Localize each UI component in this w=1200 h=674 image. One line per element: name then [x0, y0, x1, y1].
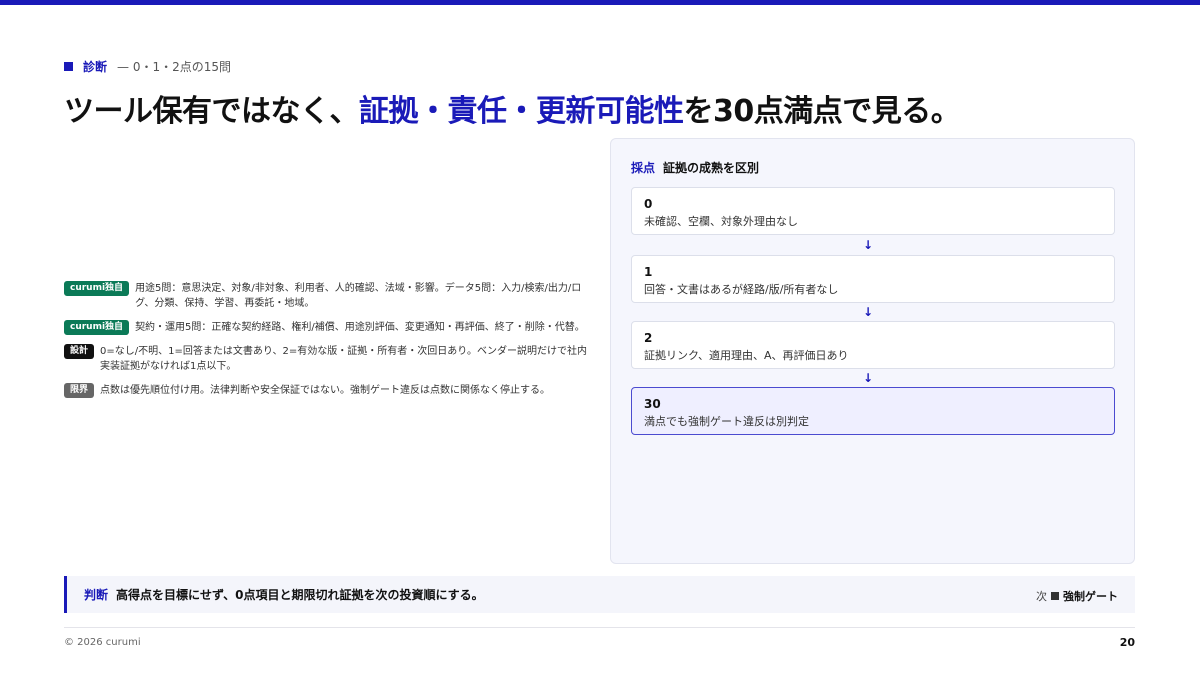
section-eyebrow: 診断 — 0・1・2点の15問 [64, 58, 231, 74]
score-value: 2 [644, 331, 653, 345]
down-arrow-icon: ↓ [863, 238, 874, 252]
copyright: © 2026 curumi [64, 637, 141, 648]
note-item: curumi独自 契約・運用5問：正確な契約経路、権利/補償、用途別評価、変更通… [64, 320, 588, 335]
title-highlight: 証拠・責任・更新可能性 [359, 94, 684, 129]
scoring-panel: 採点 証拠の成熟を区別 0 未確認、空欄、対象外理由なし ↓ 1 回答・文書はあ… [610, 138, 1135, 564]
note-item: 限界 点数は優先順位付け用。法律判断や安全保証ではない。強制ゲート違反は点数に関… [64, 383, 588, 398]
section-kicker: 診断 [83, 59, 108, 74]
verdict-bar: 判断 高得点を目標にせず、0点項目と期限切れ証拠を次の投資順にする。 次 強制ゲ… [64, 576, 1135, 613]
score-step: 0 未確認、空欄、対象外理由なし [631, 187, 1115, 235]
note-tag: 設計 [64, 344, 95, 359]
down-arrow-icon: ↓ [863, 305, 874, 319]
square-bullet-icon [1051, 592, 1059, 600]
next-section-link[interactable]: 次 強制ゲート [1036, 588, 1118, 604]
title-lead: ツール保有ではなく、 [64, 94, 360, 129]
footer-divider [64, 627, 1135, 628]
score-description: 証拠リンク、適用理由、A、再評価日あり [644, 349, 849, 362]
top-accent-rule [0, 0, 1200, 5]
panel-header: 採点 証拠の成熟を区別 [631, 159, 759, 176]
note-text: 0=なし/不明、1=回答または文書あり、2=有効な版・証拠・所有者・次回日あり。… [100, 346, 588, 372]
note-tag: curumi独自 [64, 320, 130, 335]
panel-title: 証拠の成熟を区別 [663, 161, 760, 175]
section-subtitle: — 0・1・2点の15問 [117, 59, 232, 74]
title-tail: を30点満点で見る。 [683, 94, 961, 129]
square-bullet-icon [64, 61, 73, 71]
score-value: 0 [644, 197, 653, 211]
next-prefix: 次 [1036, 590, 1047, 603]
note-text: 点数は優先順位付け用。法律判断や安全保証ではない。強制ゲート違反は点数に関係なく… [100, 385, 551, 396]
notes-list: curumi独自 用途5問：意思決定、対象/非対象、利用者、人的確認、法域・影響… [64, 281, 588, 407]
score-description: 回答・文書はあるが経路/版/所有者なし [644, 283, 839, 296]
note-item: 設計 0=なし/不明、1=回答または文書あり、2=有効な版・証拠・所有者・次回日… [64, 344, 588, 374]
verdict-text: 高得点を目標にせず、0点項目と期限切れ証拠を次の投資順にする。 [116, 588, 484, 602]
score-step: 1 回答・文書はあるが経路/版/所有者なし [631, 255, 1115, 303]
note-item: curumi独自 用途5問：意思決定、対象/非対象、利用者、人的確認、法域・影響… [64, 281, 588, 311]
score-step-max: 30 満点でも強制ゲート違反は別判定 [631, 387, 1115, 435]
score-value: 1 [644, 265, 653, 279]
page-title: ツール保有ではなく、証拠・責任・更新可能性を30点満点で見る。 [64, 86, 961, 130]
note-text: 契約・運用5問：正確な契約経路、権利/補償、用途別評価、変更通知・再評価、終了・… [135, 322, 585, 333]
note-tag: 限界 [64, 383, 95, 398]
verdict-kicker: 判断 [84, 588, 109, 602]
score-description: 満点でも強制ゲート違反は別判定 [644, 415, 809, 428]
panel-kicker: 採点 [631, 161, 656, 175]
down-arrow-icon: ↓ [863, 371, 874, 385]
score-step: 2 証拠リンク、適用理由、A、再評価日あり [631, 321, 1115, 369]
next-label: 強制ゲート [1063, 590, 1118, 603]
note-tag: curumi独自 [64, 281, 130, 296]
note-text: 用途5問：意思決定、対象/非対象、利用者、人的確認、法域・影響。データ5問：入力… [135, 283, 582, 309]
page-number: 20 [1119, 636, 1135, 649]
score-description: 未確認、空欄、対象外理由なし [644, 215, 798, 228]
score-value: 30 [644, 397, 661, 411]
